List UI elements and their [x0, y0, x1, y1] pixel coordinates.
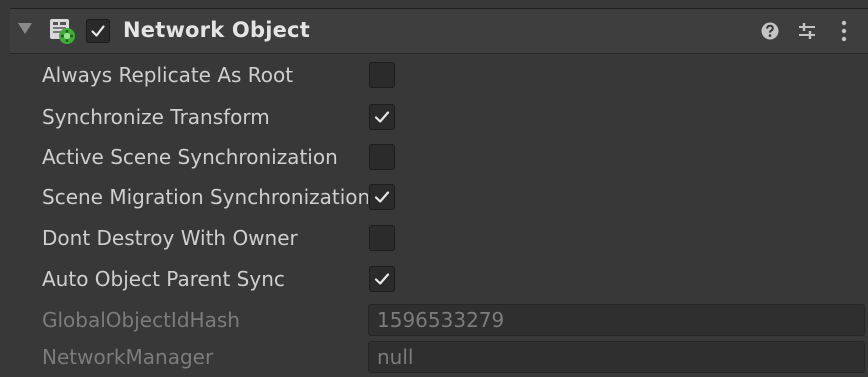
property-label: Synchronize Transform: [42, 105, 270, 129]
property-row-synchronize-transform: Synchronize Transform: [0, 97, 868, 137]
property-row-dont-destroy-with-owner: Dont Destroy With Owner: [0, 218, 868, 258]
kebab-menu-icon[interactable]: [838, 19, 850, 43]
property-row-network-manager: NetworkManager null: [0, 337, 868, 377]
property-label: NetworkManager: [42, 345, 214, 369]
preset-settings-icon[interactable]: [796, 20, 818, 42]
field-value: null: [377, 345, 414, 369]
property-label: Active Scene Synchronization: [42, 145, 338, 169]
property-row-global-object-id-hash: GlobalObjectIdHash 1596533279: [0, 300, 868, 340]
property-row-auto-object-parent-sync: Auto Object Parent Sync: [0, 259, 868, 299]
inspector-panel: Network Object Always Replicate As Root …: [0, 0, 868, 377]
checkmark-icon: [374, 191, 390, 203]
active-scene-synchronization-checkbox[interactable]: [369, 144, 395, 170]
component-header[interactable]: Network Object: [10, 8, 868, 54]
field-value: 1596533279: [377, 308, 505, 332]
network-manager-field: null: [368, 341, 865, 373]
auto-object-parent-sync-checkbox[interactable]: [369, 266, 395, 292]
property-row-always-replicate-as-root: Always Replicate As Root: [0, 55, 868, 95]
dont-destroy-with-owner-checkbox[interactable]: [369, 225, 395, 251]
network-object-component-icon: [50, 19, 75, 44]
property-label: Dont Destroy With Owner: [42, 226, 298, 250]
component-title: Network Object: [123, 18, 310, 42]
always-replicate-as-root-checkbox[interactable]: [369, 62, 395, 88]
property-row-scene-migration-synchronization: Scene Migration Synchronization: [0, 177, 868, 217]
synchronize-transform-checkbox[interactable]: [369, 104, 395, 130]
property-label: Scene Migration Synchronization: [42, 185, 368, 209]
checkmark-icon: [374, 111, 390, 123]
global-object-id-hash-field: 1596533279: [368, 304, 865, 336]
help-icon[interactable]: [760, 21, 780, 41]
foldout-arrow-icon[interactable]: [18, 23, 32, 34]
property-label: GlobalObjectIdHash: [42, 308, 240, 332]
component-enabled-checkbox[interactable]: [86, 19, 110, 43]
scene-migration-synchronization-checkbox[interactable]: [369, 184, 395, 210]
checkmark-icon: [91, 25, 105, 37]
property-label: Always Replicate As Root: [42, 63, 294, 87]
property-row-active-scene-synchronization: Active Scene Synchronization: [0, 137, 868, 177]
checkmark-icon: [374, 273, 390, 285]
property-label: Auto Object Parent Sync: [42, 267, 285, 291]
